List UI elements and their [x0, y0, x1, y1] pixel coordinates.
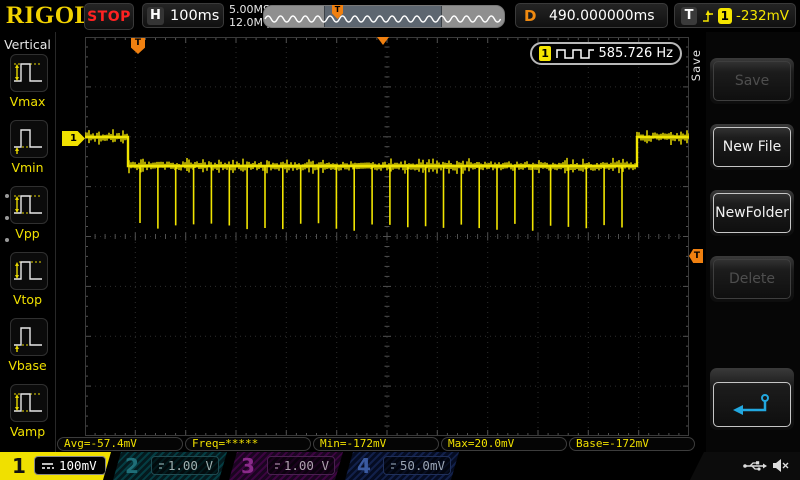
dc-coupling-icon	[389, 461, 396, 471]
delete-button[interactable]: Delete	[710, 256, 794, 302]
channel3-number: 3	[241, 454, 255, 478]
trigger-info-box: T 1 -232mV	[674, 3, 796, 28]
screen-center-marker	[377, 37, 389, 45]
channel1-waveform	[85, 129, 689, 231]
menu-item-vpp[interactable]	[10, 186, 48, 224]
delete-button-label: Delete	[713, 259, 791, 299]
new-file-button-label: New File	[713, 127, 791, 167]
menu-item-vamp[interactable]	[10, 384, 48, 422]
trigger-level-marker[interactable]: T	[689, 249, 703, 263]
rigol-logo: RIGOL	[6, 2, 92, 29]
status-icons-area	[690, 452, 800, 480]
rising-edge-icon	[703, 9, 714, 22]
vamp-measurement-icon	[14, 393, 42, 412]
menu-item-vtop-label: Vtop	[12, 292, 43, 307]
back-button[interactable]	[710, 368, 794, 430]
channel4-tab[interactable]: 4 50.0mV	[345, 452, 459, 480]
new-folder-button[interactable]: NewFolder	[710, 190, 794, 236]
channel1-tab[interactable]: 1 100mV	[0, 452, 111, 480]
delay-label: D	[524, 6, 537, 25]
menu-item-vmax-label: Vmax	[9, 94, 46, 109]
channel3-tab[interactable]: 3 1.00 V	[229, 452, 343, 480]
channel2-number: 2	[125, 454, 139, 478]
memory-waveform-preview	[264, 15, 502, 23]
speaker-muted-icon	[773, 459, 789, 472]
trigger-source-badge: 1	[717, 7, 732, 24]
menu-item-vmin-label: Vmin	[11, 160, 44, 175]
measurement-min: Min=-172mV	[313, 437, 439, 451]
frequency-counter-value: 585.726 Hz	[598, 46, 674, 61]
channel1-level-marker[interactable]: 1	[62, 131, 85, 146]
menu-item-vtop[interactable]	[10, 252, 48, 290]
channel4-number: 4	[357, 454, 371, 478]
square-wave-icon	[556, 49, 594, 59]
save-button[interactable]: Save	[710, 58, 794, 104]
channel2-scale: 1.00 V	[167, 458, 213, 473]
delay-value: 490.000000ms	[548, 7, 655, 24]
dc-coupling-icon	[157, 461, 164, 471]
delay-box: D 490.000000ms	[515, 3, 668, 28]
left-menu-title: Vertical	[4, 37, 51, 52]
measurement-avg: Avg=-57.4mV	[57, 437, 183, 451]
menu-scroll-dot	[5, 194, 9, 198]
vtop-measurement-icon	[14, 261, 42, 280]
measurement-freq: Freq=*****	[185, 437, 311, 451]
menu-scroll-dot	[5, 238, 9, 242]
run-state-indicator[interactable]: STOP	[84, 3, 134, 30]
channel-status-bar: 1 100mV 2 1.00 V 3 1.00 V 4 50.0mV	[0, 452, 800, 480]
usb-icon	[743, 461, 767, 471]
frequency-counter: 1 585.726 Hz	[530, 42, 682, 65]
menu-item-vbase[interactable]	[10, 318, 48, 356]
oscilloscope-screen: RIGOL STOP H 100ms 5.00MSa/s 12.0M pts T…	[0, 0, 800, 480]
channel3-scale: 1.00 V	[283, 458, 329, 473]
dc-coupling-icon	[273, 461, 280, 471]
run-state-label: STOP	[87, 8, 131, 25]
menu-tab-save: Save	[689, 49, 703, 82]
menu-scroll-dot	[5, 216, 9, 220]
menu-item-vbase-label: Vbase	[8, 358, 47, 373]
channel1-scale: 100mV	[59, 458, 97, 473]
measurement-base: Base=-172mV	[569, 437, 695, 451]
new-file-button[interactable]: New File	[710, 124, 794, 170]
horizontal-timebase-box[interactable]: H 100ms	[142, 3, 224, 28]
menu-item-vmax[interactable]	[10, 54, 48, 92]
channel4-scale: 50.0mV	[399, 458, 445, 473]
menu-item-vmin[interactable]	[10, 120, 48, 158]
new-folder-button-label: NewFolder	[713, 193, 791, 233]
memory-position-bar	[263, 5, 505, 28]
frequency-counter-channel-badge: 1	[539, 46, 552, 61]
horizontal-label: H	[147, 6, 164, 25]
measurement-max: Max=20.0mV	[441, 437, 567, 451]
timebase-value: 100ms	[170, 7, 220, 24]
save-button-label: Save	[713, 61, 791, 101]
dc-coupling-icon	[40, 461, 55, 471]
menu-item-vamp-label: Vamp	[9, 424, 46, 439]
vmin-measurement-icon	[14, 129, 42, 154]
trigger-label: T	[681, 6, 698, 25]
channel2-tab[interactable]: 2 1.00 V	[113, 452, 227, 480]
vbase-measurement-icon	[14, 327, 42, 352]
vpp-measurement-icon	[14, 195, 42, 214]
vmax-measurement-icon	[14, 63, 42, 82]
return-arrow-icon	[733, 393, 769, 415]
trigger-level-value: -232mV	[735, 7, 789, 24]
channel1-number: 1	[12, 454, 26, 478]
